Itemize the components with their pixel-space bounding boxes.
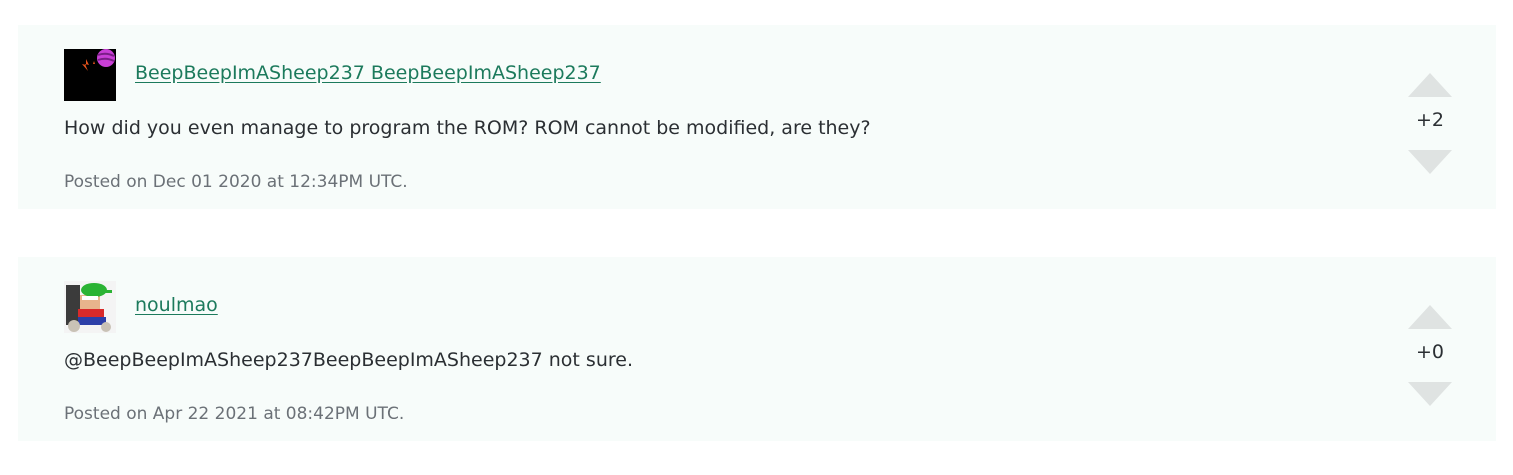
downvote-arrow-icon[interactable] <box>1408 150 1452 174</box>
comment-card: noulmao @BeepBeepImASheep237BeepBeepImAS… <box>18 257 1496 441</box>
vote-score: +2 <box>1415 109 1444 131</box>
space-planet-avatar-icon <box>64 49 116 101</box>
username-link[interactable]: BeepBeepImASheep237 BeepBeepImASheep237 <box>135 62 601 84</box>
vote-control: +2 <box>1408 73 1454 177</box>
vote-control: +0 <box>1408 305 1454 409</box>
user-avatar[interactable] <box>64 49 116 101</box>
downvote-arrow-icon[interactable] <box>1408 382 1452 406</box>
username-link[interactable]: noulmao <box>135 294 218 316</box>
upvote-arrow-icon[interactable] <box>1408 73 1452 97</box>
upvote-arrow-icon[interactable] <box>1408 305 1452 329</box>
cartoon-character-avatar-icon <box>64 281 116 333</box>
comment-text: @BeepBeepImASheep237BeepBeepImASheep237 … <box>64 349 633 371</box>
vote-score: +0 <box>1415 341 1444 363</box>
comment-card: BeepBeepImASheep237 BeepBeepImASheep237 … <box>18 25 1496 209</box>
post-timestamp: Posted on Dec 01 2020 at 12:34PM UTC. <box>64 172 408 192</box>
post-timestamp: Posted on Apr 22 2021 at 08:42PM UTC. <box>64 404 405 424</box>
comment-text: How did you even manage to program the R… <box>64 117 871 139</box>
user-avatar[interactable] <box>64 281 116 333</box>
